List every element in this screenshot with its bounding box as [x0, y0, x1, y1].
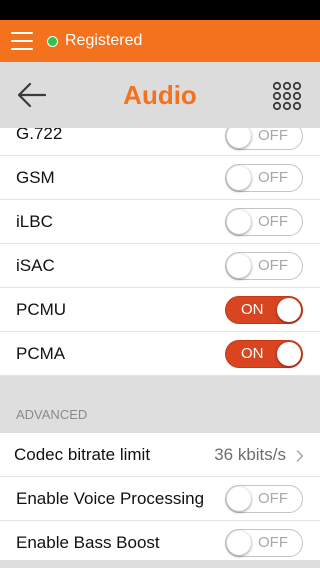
navigation-bar: Audio [0, 62, 320, 128]
chevron-right-icon [296, 449, 304, 462]
toggle-knob [227, 254, 251, 278]
voice-processing-row: Enable Voice Processing OFF [0, 477, 320, 521]
codec-row-isac: iSAC OFF [0, 244, 320, 288]
codec-label: PCMA [16, 344, 66, 363]
bitrate-label: Codec bitrate limit [14, 445, 151, 464]
toggle-state: ON [241, 345, 264, 362]
toggle-knob [227, 531, 251, 555]
toggle-knob [277, 342, 301, 366]
codec-bitrate-row[interactable]: Codec bitrate limit 36 kbits/s [0, 433, 320, 477]
toggle-knob [227, 166, 251, 190]
codec-label: GSM [16, 168, 55, 187]
codec-toggle-g722[interactable]: OFF [225, 128, 303, 150]
toggle-state: OFF [258, 490, 288, 507]
dialpad-grid-icon[interactable] [272, 81, 302, 111]
bitrate-value: 36 kbits/s [214, 445, 286, 464]
registered-status-icon [47, 35, 58, 47]
bass-boost-row: Enable Bass Boost OFF [0, 521, 320, 565]
hamburger-menu-icon[interactable] [11, 32, 33, 50]
toggle-state: OFF [258, 213, 288, 230]
toggle-state: OFF [258, 534, 288, 551]
codec-toggle-pcmu[interactable]: ON [225, 296, 303, 324]
toggle-state: OFF [258, 128, 288, 144]
toggle-knob [227, 128, 251, 148]
codec-row-pcma: PCMA ON [0, 332, 320, 376]
advanced-section-header: ADVANCED [0, 376, 320, 433]
voice-processing-toggle[interactable]: OFF [225, 485, 303, 513]
codec-label: iSAC [16, 256, 55, 275]
codec-label: iLBC [16, 212, 53, 231]
toggle-knob [227, 487, 251, 511]
toggle-knob [277, 298, 301, 322]
codec-row-ilbc: iLBC OFF [0, 200, 320, 244]
codec-label: PCMU [16, 300, 67, 319]
toggle-state: OFF [258, 169, 288, 186]
codec-label: G.722 [16, 128, 63, 143]
codec-toggle-ilbc[interactable]: OFF [225, 208, 303, 236]
bass-boost-toggle[interactable]: OFF [225, 529, 303, 557]
system-status-bar [0, 0, 320, 20]
codec-row-gsm: GSM OFF [0, 156, 320, 200]
toggle-knob [227, 210, 251, 234]
toggle-state: OFF [258, 257, 288, 274]
voice-processing-label: Enable Voice Processing [16, 489, 205, 508]
bottom-spacer [0, 560, 320, 568]
back-arrow-icon[interactable] [16, 80, 48, 110]
codec-toggle-isac[interactable]: OFF [225, 252, 303, 280]
codec-row-pcmu: PCMU ON [0, 288, 320, 332]
toggle-state: ON [241, 301, 264, 318]
registration-status: Registered [65, 32, 143, 49]
section-title: ADVANCED [16, 407, 88, 422]
codec-toggle-pcma[interactable]: ON [225, 340, 303, 368]
codec-row-g722: G.722 OFF [0, 128, 320, 156]
top-bar: Registered [0, 20, 320, 62]
codec-toggle-gsm[interactable]: OFF [225, 164, 303, 192]
audio-settings-list: G.722 OFF GSM OFF iLBC OFF iSAC OFF PCMU… [0, 128, 320, 565]
bass-boost-label: Enable Bass Boost [16, 533, 160, 552]
